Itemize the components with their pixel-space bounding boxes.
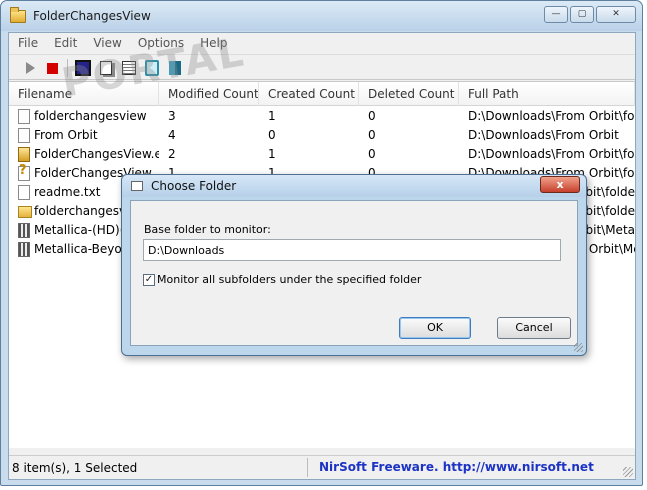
menu-edit[interactable]: Edit bbox=[45, 36, 84, 50]
cell-filename: FolderChangesView.exe bbox=[34, 147, 159, 161]
nirsoft-link[interactable]: NirSoft Freeware. http://www.nirsoft.net bbox=[319, 460, 594, 474]
dialog-close-button[interactable]: x bbox=[540, 176, 580, 193]
window-controls: — ▢ ✕ bbox=[542, 6, 636, 23]
cell-path: D:\Downloads\From Orbit\folde bbox=[468, 109, 635, 123]
media-file-icon bbox=[18, 242, 30, 257]
col-full-path[interactable]: Full Path bbox=[459, 82, 635, 106]
col-deleted-count[interactable]: Deleted Count bbox=[359, 82, 459, 106]
folder-app-icon bbox=[10, 7, 26, 23]
exit-icon[interactable] bbox=[166, 59, 184, 77]
menu-file[interactable]: File bbox=[9, 36, 45, 50]
save-icon[interactable] bbox=[74, 59, 92, 77]
copy-icon[interactable] bbox=[97, 59, 115, 77]
toolbar-separator bbox=[67, 59, 68, 77]
cell-modified: 2 bbox=[168, 147, 176, 161]
list-header: Filename Modified Count Created Count De… bbox=[9, 82, 635, 106]
window-icon bbox=[131, 181, 143, 191]
ok-button[interactable]: OK bbox=[399, 317, 471, 339]
cell-deleted: 0 bbox=[368, 109, 376, 123]
folder-icon bbox=[18, 206, 32, 218]
cell-path: D:\Downloads\From Orbit\folde bbox=[468, 147, 635, 161]
subfolders-checkbox[interactable]: ✓ bbox=[143, 274, 155, 286]
maximize-button[interactable]: ▢ bbox=[570, 6, 594, 23]
document-icon bbox=[18, 128, 30, 143]
executable-icon bbox=[18, 147, 30, 162]
table-row[interactable]: folderchangesview 3 1 0 D:\Downloads\Fro… bbox=[9, 107, 635, 126]
col-modified-count[interactable]: Modified Count bbox=[159, 82, 259, 106]
table-row[interactable]: From Orbit 4 0 0 D:\Downloads\From Orbit bbox=[9, 126, 635, 145]
cell-deleted: 0 bbox=[368, 147, 376, 161]
dialog-body: Base folder to monitor: ✓ Monitor all su… bbox=[130, 200, 578, 346]
cell-filename: folderchangesview bbox=[34, 109, 147, 123]
play-icon[interactable] bbox=[21, 59, 39, 77]
status-divider bbox=[307, 458, 308, 477]
col-created-count[interactable]: Created Count bbox=[259, 82, 359, 106]
toolbar bbox=[9, 54, 635, 80]
col-filename[interactable]: Filename bbox=[9, 82, 159, 106]
find-icon[interactable] bbox=[143, 59, 161, 77]
menu-view[interactable]: View bbox=[84, 36, 128, 50]
stop-icon[interactable] bbox=[43, 59, 61, 77]
cell-modified: 3 bbox=[168, 109, 176, 123]
cell-modified: 4 bbox=[168, 128, 176, 142]
cell-created: 1 bbox=[268, 147, 276, 161]
close-button[interactable]: ✕ bbox=[596, 6, 636, 23]
cell-created: 0 bbox=[268, 128, 276, 142]
cell-path: D:\Downloads\From Orbit bbox=[468, 128, 619, 142]
menu-options[interactable]: Options bbox=[129, 36, 191, 50]
help-file-icon bbox=[18, 163, 30, 181]
table-row[interactable]: FolderChangesView.exe 2 1 0 D:\Downloads… bbox=[9, 145, 635, 164]
choose-folder-dialog: Choose Folder x Base folder to monitor: … bbox=[121, 174, 587, 356]
subfolders-label[interactable]: Monitor all subfolders under the specifi… bbox=[157, 273, 421, 286]
cell-deleted: 0 bbox=[368, 128, 376, 142]
resize-grip-icon[interactable] bbox=[623, 467, 633, 477]
menu-bar: File Edit View Options Help bbox=[9, 33, 635, 53]
base-folder-label: Base folder to monitor: bbox=[144, 223, 271, 236]
media-file-icon bbox=[18, 223, 30, 238]
menu-help[interactable]: Help bbox=[191, 36, 234, 50]
minimize-button[interactable]: — bbox=[544, 6, 568, 23]
cell-filename: From Orbit bbox=[34, 128, 98, 142]
cancel-button[interactable]: Cancel bbox=[497, 317, 571, 339]
window-title: FolderChangesView bbox=[33, 9, 151, 23]
base-folder-input[interactable] bbox=[143, 239, 561, 261]
document-icon bbox=[18, 109, 30, 124]
status-bar: 8 item(s), 1 Selected NirSoft Freeware. … bbox=[9, 455, 635, 479]
title-bar[interactable]: FolderChangesView — ▢ ✕ bbox=[1, 1, 642, 31]
dialog-title: Choose Folder bbox=[151, 179, 237, 193]
properties-icon[interactable] bbox=[120, 59, 138, 77]
resize-grip-icon[interactable] bbox=[574, 343, 583, 352]
cell-created: 1 bbox=[268, 109, 276, 123]
dialog-title-bar[interactable]: Choose Folder x bbox=[122, 175, 586, 197]
status-item-count: 8 item(s), 1 Selected bbox=[12, 461, 138, 475]
text-file-icon bbox=[18, 185, 30, 200]
